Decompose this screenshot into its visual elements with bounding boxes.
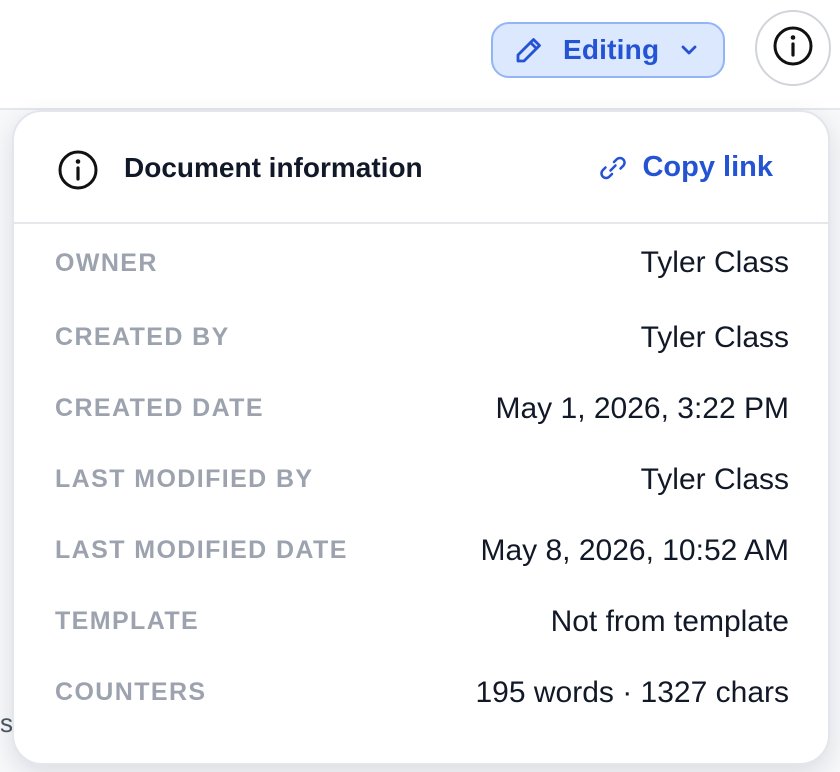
info-key: COUNTERS bbox=[55, 678, 207, 706]
info-value: Tyler Class bbox=[640, 246, 789, 279]
info-icon bbox=[772, 25, 814, 72]
page: Editing s. bbox=[0, 0, 840, 772]
top-toolbar: Editing bbox=[0, 0, 840, 110]
info-key: CREATED DATE bbox=[55, 394, 264, 422]
info-row-owner: OWNER Tyler Class bbox=[14, 224, 828, 302]
info-value: Tyler Class bbox=[640, 462, 789, 496]
pencil-icon bbox=[513, 34, 545, 66]
document-info-panel: Document information Copy link OWNER Tyl… bbox=[12, 110, 830, 765]
info-value: 195 words · 1327 chars bbox=[475, 675, 789, 709]
info-icon bbox=[57, 149, 99, 191]
info-key: LAST MODIFIED BY bbox=[55, 465, 314, 493]
info-row-created-by: CREATED BY Tyler Class bbox=[14, 302, 828, 373]
info-value: May 1, 2026, 3:22 PM bbox=[495, 391, 790, 425]
editing-mode-button[interactable]: Editing bbox=[491, 22, 725, 78]
info-row-last-modified-date: LAST MODIFIED DATE May 8, 2026, 10:52 AM bbox=[14, 515, 828, 586]
link-icon bbox=[598, 153, 628, 183]
panel-header: Document information Copy link bbox=[14, 112, 828, 224]
info-row-template: TEMPLATE Not from template bbox=[14, 586, 828, 657]
info-row-created-date: CREATED DATE May 1, 2026, 3:22 PM bbox=[14, 373, 828, 444]
info-key: TEMPLATE bbox=[55, 607, 200, 635]
info-key: OWNER bbox=[55, 248, 158, 277]
copy-link-label: Copy link bbox=[642, 151, 773, 183]
chevron-down-icon bbox=[677, 38, 701, 62]
copy-link-button[interactable]: Copy link bbox=[598, 151, 773, 184]
panel-title: Document information bbox=[124, 152, 423, 183]
document-info-button[interactable] bbox=[755, 10, 831, 86]
info-row-counters: COUNTERS 195 words · 1327 chars bbox=[14, 657, 828, 728]
info-value: May 8, 2026, 10:52 AM bbox=[480, 533, 789, 567]
info-key: CREATED BY bbox=[55, 323, 230, 351]
info-row-last-modified-by: LAST MODIFIED BY Tyler Class bbox=[14, 444, 828, 515]
info-value: Tyler Class bbox=[640, 320, 789, 354]
editing-mode-label: Editing bbox=[563, 34, 660, 65]
info-list: OWNER Tyler Class CREATED BY Tyler Class… bbox=[14, 224, 828, 728]
info-value: Not from template bbox=[550, 604, 789, 638]
info-key: LAST MODIFIED DATE bbox=[55, 536, 348, 564]
